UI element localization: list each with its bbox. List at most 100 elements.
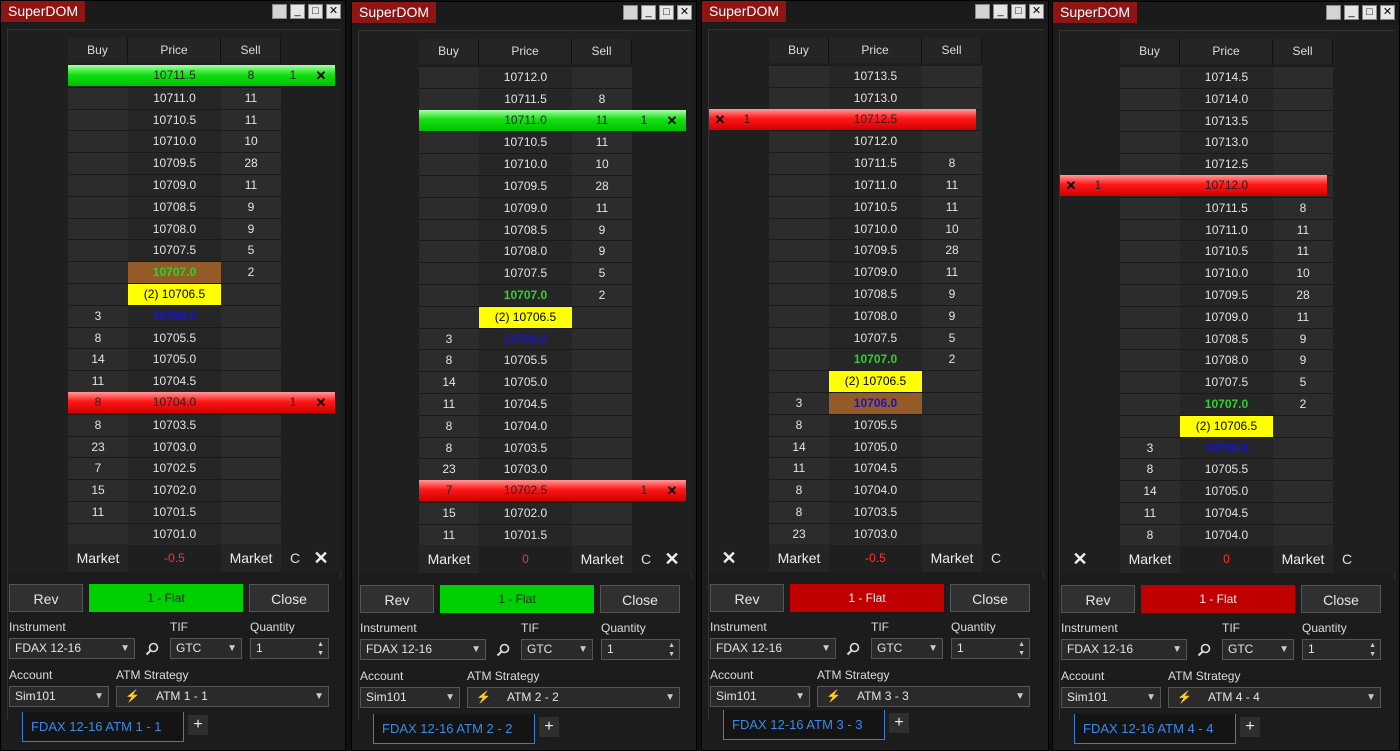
price-cell[interactable]: 10705.0 — [829, 435, 922, 458]
price-cell[interactable]: 10711.0 — [829, 174, 922, 196]
sell-cell[interactable]: 2 — [1273, 393, 1333, 415]
instrument-select[interactable]: FDAX 12-16 ▼ — [1061, 639, 1187, 660]
stepper-arrows-icon[interactable]: ▲ ▼ — [317, 640, 324, 658]
sell-cell[interactable]: 28 — [922, 239, 982, 262]
sell-cell[interactable] — [572, 523, 632, 546]
buy-cell[interactable] — [769, 348, 829, 371]
price-cell[interactable]: 10707.0 — [829, 348, 922, 371]
search-icon[interactable] — [495, 642, 511, 658]
working-order-bar[interactable]: 10711.0 11 1 ✕ — [419, 109, 686, 131]
price-cell[interactable]: 10705.5 — [479, 349, 572, 372]
buy-cell[interactable]: 11 — [1120, 502, 1180, 524]
price-cell[interactable]: 10707.5 — [128, 239, 221, 262]
price-cell[interactable]: 10706.0 — [1180, 436, 1273, 459]
buy-cell[interactable] — [419, 131, 479, 154]
sell-cell[interactable]: 5 — [221, 239, 281, 262]
sell-cell[interactable] — [221, 413, 281, 436]
buy-cell[interactable] — [68, 217, 128, 240]
buy-cell[interactable]: 8 — [1120, 458, 1180, 481]
price-cell[interactable]: 10705.5 — [128, 326, 221, 349]
price-cell[interactable]: 10708.5 — [1180, 327, 1273, 350]
buy-market-button[interactable]: Market — [769, 543, 829, 572]
sell-cell[interactable] — [572, 66, 632, 88]
cancel-all-icon[interactable]: ✕ — [1060, 545, 1100, 573]
sell-cell[interactable] — [572, 502, 632, 524]
buy-cell[interactable] — [769, 152, 829, 174]
price-cell[interactable]: (2) 10706.5 — [829, 370, 922, 392]
buy-cell[interactable]: 8 — [769, 479, 829, 501]
sell-cell[interactable]: 2 — [922, 348, 982, 371]
atm-strategy-select[interactable]: ⚡ ATM 1 - 1 ▼ — [116, 686, 329, 707]
cancel-button[interactable]: C — [635, 545, 657, 573]
tab-dom[interactable]: FDAX 12-16 ATM 1 - 1 — [22, 712, 184, 742]
cancel-all-icon[interactable]: ✕ — [308, 544, 334, 572]
buy-cell[interactable] — [68, 283, 128, 305]
sell-cell[interactable]: 11 — [1273, 218, 1333, 241]
close-icon[interactable]: ✕ — [326, 4, 341, 19]
price-cell[interactable]: 10713.5 — [1180, 109, 1273, 132]
sell-cell[interactable] — [922, 370, 982, 392]
price-cell[interactable]: 10710.5 — [479, 131, 572, 154]
price-cell[interactable]: 10708.5 — [479, 218, 572, 241]
buy-cell[interactable]: 3 — [1120, 436, 1180, 459]
sell-cell[interactable]: 5 — [1273, 371, 1333, 393]
sell-cell[interactable] — [572, 436, 632, 459]
price-cell[interactable]: 10704.5 — [128, 370, 221, 392]
restore-icon[interactable] — [272, 4, 287, 19]
reverse-button[interactable]: Rev — [360, 585, 434, 613]
working-order-bar[interactable]: 10712.0 ✕ 1 — [1060, 175, 1327, 196]
sell-cell[interactable] — [572, 305, 632, 328]
price-cell[interactable]: 10705.0 — [128, 348, 221, 371]
sell-cell[interactable]: 11 — [922, 261, 982, 283]
title-bar[interactable]: SuperDOM _ □ ✕ — [702, 1, 1048, 23]
price-cell[interactable]: 10704.5 — [829, 457, 922, 480]
price-cell[interactable]: 10710.5 — [829, 195, 922, 218]
price-cell[interactable]: 10709.0 — [1180, 305, 1273, 328]
sell-cell[interactable]: 8 — [1273, 196, 1333, 219]
cancel-order-icon[interactable]: ✕ — [314, 65, 328, 86]
sell-cell[interactable]: 11 — [1273, 305, 1333, 328]
sell-cell[interactable]: 10 — [1273, 262, 1333, 284]
sell-cell[interactable] — [922, 413, 982, 436]
title-bar[interactable]: SuperDOM _ □ ✕ — [1, 1, 345, 23]
sell-cell[interactable] — [572, 349, 632, 372]
sell-cell[interactable]: 10 — [572, 153, 632, 175]
sell-cell[interactable] — [1273, 523, 1333, 546]
sell-cell[interactable] — [221, 435, 281, 458]
close-icon[interactable]: ✕ — [1380, 5, 1395, 20]
buy-cell[interactable] — [769, 370, 829, 392]
sell-cell[interactable] — [922, 86, 982, 109]
buy-cell[interactable] — [419, 218, 479, 241]
price-cell[interactable]: 10711.0 — [128, 86, 221, 109]
price-cell[interactable]: 10703.0 — [829, 522, 922, 545]
sell-cell[interactable]: 8 — [572, 87, 632, 110]
buy-cell[interactable]: 3 — [419, 327, 479, 350]
price-cell[interactable]: 10706.0 — [479, 327, 572, 350]
sell-cell[interactable] — [572, 327, 632, 350]
price-cell[interactable]: 10710.0 — [479, 153, 572, 175]
price-cell[interactable]: 10709.5 — [829, 239, 922, 262]
price-cell[interactable]: 10702.0 — [128, 479, 221, 501]
sell-cell[interactable]: 9 — [221, 195, 281, 218]
account-select[interactable]: Sim101 ▼ — [1061, 687, 1161, 708]
atm-strategy-select[interactable]: ⚡ ATM 4 - 4 ▼ — [1168, 687, 1381, 708]
price-cell[interactable]: 10703.0 — [128, 435, 221, 458]
buy-cell[interactable] — [68, 86, 128, 109]
quantity-stepper[interactable]: 1 ▲ ▼ — [1302, 639, 1381, 660]
minimize-icon[interactable]: _ — [1344, 5, 1359, 20]
buy-cell[interactable]: 7 — [68, 457, 128, 480]
price-cell[interactable]: 10713.0 — [829, 86, 922, 109]
price-cell[interactable]: 10705.5 — [1180, 458, 1273, 481]
working-order-bar[interactable]: 7 10702.5 1 ✕ — [419, 480, 686, 502]
buy-cell[interactable] — [1120, 327, 1180, 350]
atm-strategy-select[interactable]: ⚡ ATM 2 - 2 ▼ — [467, 687, 680, 708]
sell-cell[interactable] — [221, 326, 281, 349]
sell-cell[interactable]: 28 — [1273, 284, 1333, 306]
price-cell[interactable]: 10709.0 — [479, 196, 572, 219]
close-position-button[interactable]: Close — [950, 584, 1030, 612]
price-cell[interactable]: 10704.0 — [1180, 523, 1273, 546]
buy-cell[interactable] — [769, 86, 829, 109]
price-cell[interactable]: 10708.5 — [128, 195, 221, 218]
buy-cell[interactable] — [1120, 87, 1180, 110]
price-cell[interactable]: 10701.0 — [128, 522, 221, 545]
